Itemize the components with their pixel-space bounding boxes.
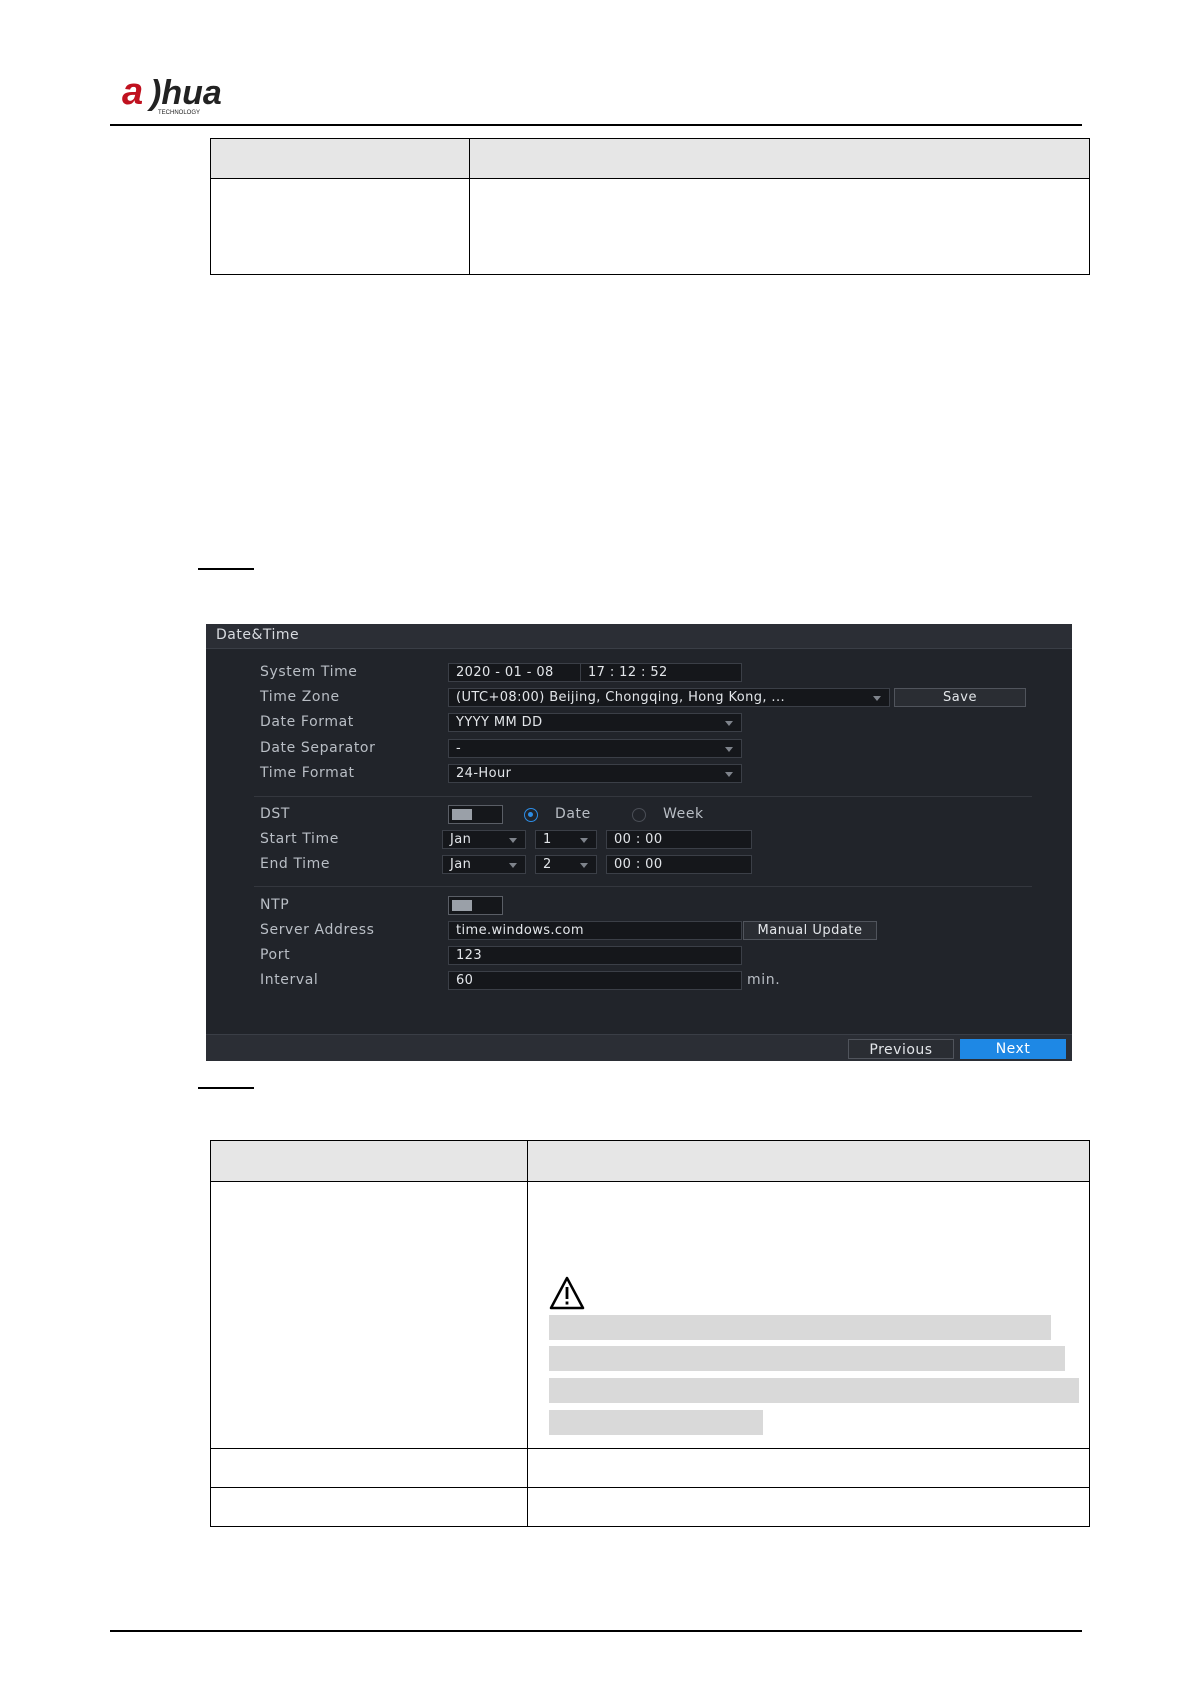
time-format-label: Time Format xyxy=(260,765,355,781)
window-title: Date&Time xyxy=(216,627,300,643)
time-format-select[interactable]: 24-Hour xyxy=(448,764,742,783)
start-day-select[interactable]: 1 xyxy=(535,830,597,849)
svg-text:TECHNOLOGY: TECHNOLOGY xyxy=(158,110,200,116)
ntp-toggle[interactable] xyxy=(448,896,503,915)
date-format-select[interactable]: YYYY MM DD xyxy=(448,713,742,732)
system-time-field[interactable]: 17 : 12 : 52 xyxy=(580,663,742,682)
dst-date-label: Date xyxy=(555,806,591,822)
window-titlebar: Date&Time xyxy=(206,624,1072,649)
start-time-label: Start Time xyxy=(260,831,339,847)
footer-rule xyxy=(110,1630,1082,1632)
warning-text-line xyxy=(549,1346,1065,1371)
date-separator-select[interactable]: - xyxy=(448,739,742,758)
end-month-select[interactable]: Jan xyxy=(442,855,526,874)
toggle-knob xyxy=(452,809,472,820)
window-footer: Previous Next xyxy=(206,1034,1072,1061)
warning-icon xyxy=(549,1276,585,1310)
server-address-label: Server Address xyxy=(260,922,375,938)
start-month-select[interactable]: Jan xyxy=(442,830,526,849)
svg-text:a: a xyxy=(122,71,143,113)
step-marker xyxy=(198,1087,254,1089)
interval-label: Interval xyxy=(260,972,319,988)
interval-unit: min. xyxy=(747,972,781,988)
interval-field[interactable]: 60 xyxy=(448,971,742,990)
step-marker xyxy=(198,568,254,570)
date-format-label: Date Format xyxy=(260,714,354,730)
svg-text:)hua: )hua xyxy=(147,74,222,112)
warning-text-line xyxy=(549,1378,1079,1403)
end-time-field[interactable]: 00 : 00 xyxy=(606,855,752,874)
start-time-field[interactable]: 00 : 00 xyxy=(606,830,752,849)
server-address-field[interactable]: time.windows.com xyxy=(448,921,742,940)
system-time-label: System Time xyxy=(260,664,358,680)
table-header-row xyxy=(210,1140,1090,1182)
table-header-row xyxy=(210,138,1090,179)
table-row xyxy=(210,178,1090,275)
dahua-logo: a )hua TECHNOLOGY xyxy=(122,71,222,116)
warning-text-line xyxy=(549,1315,1051,1340)
divider xyxy=(254,796,1032,797)
header-rule xyxy=(110,124,1082,126)
port-label: Port xyxy=(260,947,291,963)
next-button[interactable]: Next xyxy=(960,1039,1066,1059)
time-zone-label: Time Zone xyxy=(260,689,340,705)
system-date-field[interactable]: 2020 - 01 - 08 xyxy=(448,663,584,682)
date-separator-label: Date Separator xyxy=(260,740,376,756)
toggle-knob xyxy=(452,900,472,911)
port-field[interactable]: 123 xyxy=(448,946,742,965)
end-time-label: End Time xyxy=(260,856,331,872)
top-table xyxy=(210,138,1090,275)
dst-week-label: Week xyxy=(663,806,704,822)
ntp-label: NTP xyxy=(260,897,290,913)
dst-week-radio[interactable] xyxy=(632,808,646,822)
end-day-select[interactable]: 2 xyxy=(535,855,597,874)
time-zone-select[interactable]: (UTC+08:00) Beijing, Chongqing, Hong Kon… xyxy=(448,688,890,707)
date-time-screenshot: Date&Time System Time 2020 - 01 - 08 17 … xyxy=(206,624,1072,1061)
manual-update-button[interactable]: Manual Update xyxy=(743,921,877,940)
dst-toggle[interactable] xyxy=(448,805,503,824)
divider xyxy=(254,886,1032,887)
table-row xyxy=(210,1487,1090,1527)
save-button[interactable]: Save xyxy=(894,688,1026,707)
dst-date-radio[interactable] xyxy=(524,808,538,822)
dst-label: DST xyxy=(260,806,291,822)
table-row xyxy=(210,1448,1090,1488)
warning-text-line xyxy=(549,1410,763,1435)
previous-button[interactable]: Previous xyxy=(848,1039,954,1059)
